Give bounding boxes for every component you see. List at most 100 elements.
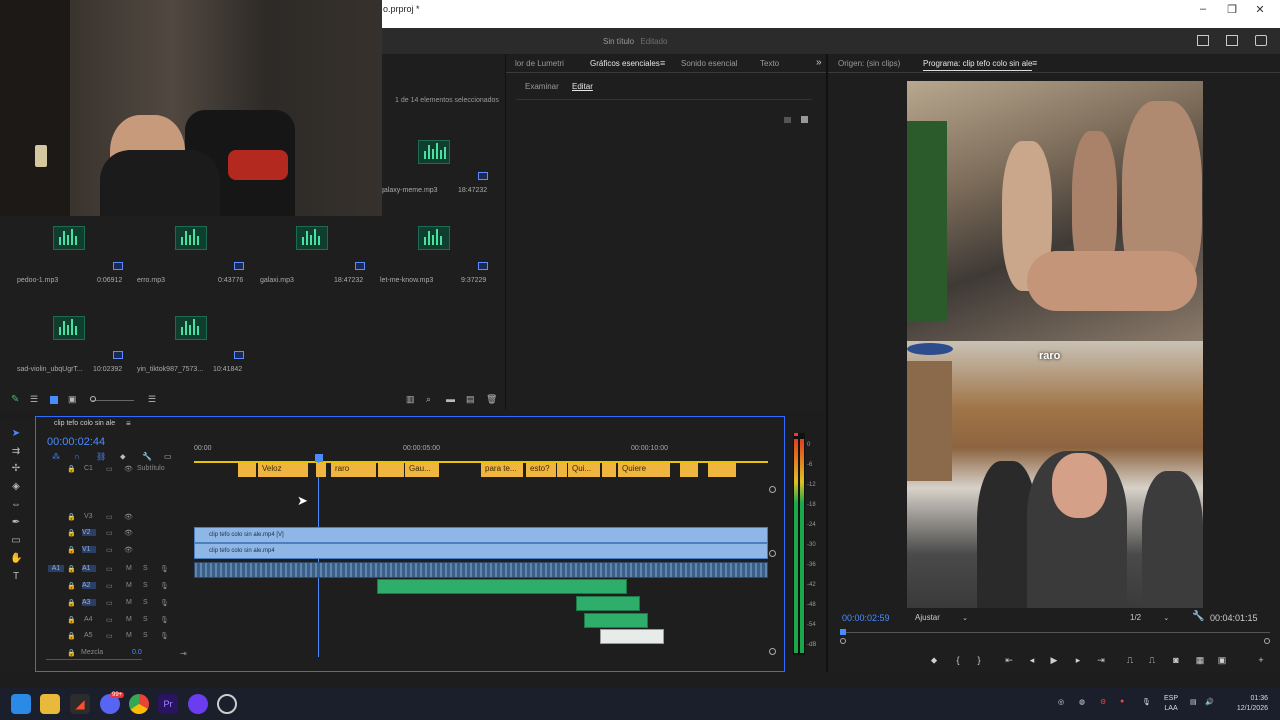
subtab-browse[interactable]: Examinar bbox=[525, 82, 559, 91]
caption-clip[interactable] bbox=[316, 463, 326, 477]
file-explorer-icon[interactable] bbox=[40, 694, 60, 714]
captions-icon[interactable]: ▭ bbox=[164, 452, 172, 461]
scrubber-handle-right[interactable] bbox=[1264, 638, 1270, 644]
microphone-icon[interactable]: 🎙 bbox=[160, 632, 169, 640]
mute-button[interactable]: M bbox=[126, 632, 132, 639]
track-select-tool-icon[interactable]: ⇉ bbox=[10, 446, 22, 458]
eye-icon[interactable]: 👁 bbox=[124, 529, 133, 537]
slip-tool-icon[interactable]: ⇔ bbox=[10, 499, 22, 511]
sync-lock-icon[interactable]: ▭ bbox=[106, 632, 113, 640]
solo-button[interactable]: S bbox=[143, 582, 148, 589]
snap-icon[interactable]: ∩ bbox=[74, 452, 80, 461]
ripple-edit-tool-icon[interactable]: ✢ bbox=[10, 463, 22, 475]
solo-button[interactable]: S bbox=[143, 565, 148, 572]
video-preview[interactable]: raro bbox=[907, 81, 1203, 608]
button-editor-icon[interactable]: + bbox=[1255, 654, 1267, 666]
panel-menu-icon[interactable]: ≡ bbox=[1032, 58, 1037, 68]
new-layer-icon[interactable] bbox=[784, 117, 791, 123]
caption-clip[interactable]: Veloz bbox=[258, 463, 308, 477]
solo-button[interactable]: S bbox=[143, 632, 148, 639]
trash-icon[interactable]: 🗑 bbox=[486, 394, 497, 405]
skip-to-end-icon[interactable]: ⇥ bbox=[180, 649, 187, 658]
caption-clip[interactable]: Qui... bbox=[568, 463, 600, 477]
project-item[interactable]: galaxy-meme.mp3 18:47232 bbox=[380, 114, 490, 204]
microphone-icon[interactable]: 🎙 bbox=[160, 565, 169, 573]
pen-tool-icon[interactable]: ✒ bbox=[10, 517, 22, 529]
sync-lock-icon[interactable]: ▭ bbox=[106, 529, 113, 537]
caption-clip[interactable]: Gau... bbox=[405, 463, 439, 477]
mute-button[interactable]: M bbox=[126, 599, 132, 606]
list-view-icon[interactable]: ☰ bbox=[30, 394, 38, 405]
step-forward-icon[interactable]: ▸ bbox=[1072, 654, 1084, 666]
selection-tool-icon[interactable]: ➤ bbox=[10, 428, 22, 440]
play-icon[interactable]: ▶ bbox=[1048, 654, 1060, 666]
microphone-icon[interactable]: 🎙 bbox=[160, 599, 169, 607]
safe-margins-icon[interactable]: ▣ bbox=[1216, 654, 1228, 666]
layer-icon[interactable] bbox=[801, 116, 808, 123]
eye-icon[interactable]: 👁 bbox=[124, 546, 133, 554]
video-clip-v1[interactable]: clip tefo colo sin ale.mp4 bbox=[194, 543, 768, 559]
tab-essential-graphics[interactable]: Gráficos esenciales bbox=[590, 59, 660, 68]
linked-selection-icon[interactable]: ⛓ bbox=[96, 452, 106, 461]
language-indicator[interactable]: ESP LAA bbox=[1164, 694, 1178, 714]
microphone-icon[interactable]: 🎙 bbox=[1142, 698, 1151, 706]
close-button[interactable]: ✕ bbox=[1250, 3, 1270, 17]
export-frame-icon[interactable]: ◙ bbox=[1170, 654, 1182, 666]
caption-clip[interactable]: para te... bbox=[481, 463, 523, 477]
project-item[interactable]: yin_tiktok987_7573... 10:41842 bbox=[135, 314, 250, 384]
project-item[interactable]: let-me-know.mp3 9:37229 bbox=[380, 224, 495, 294]
solo-button[interactable]: S bbox=[143, 616, 148, 623]
scroll-handle-bottom[interactable] bbox=[769, 648, 776, 655]
project-item[interactable]: erro.mp3 0:43776 bbox=[135, 224, 250, 294]
audio-clip-a5[interactable] bbox=[600, 629, 664, 644]
type-tool-icon[interactable]: T bbox=[10, 571, 22, 583]
mute-button[interactable]: M bbox=[126, 616, 132, 623]
tab-essential-sound[interactable]: Sonido esencial bbox=[681, 59, 737, 68]
scroll-handle-mid[interactable] bbox=[769, 550, 776, 557]
zoom-slider[interactable] bbox=[92, 400, 134, 401]
caption-clip[interactable]: Quiere bbox=[618, 463, 670, 477]
scroll-handle-top[interactable] bbox=[769, 486, 776, 493]
add-marker-icon[interactable]: ⬥ bbox=[928, 654, 940, 666]
fullscreen-icon[interactable] bbox=[1255, 35, 1267, 46]
caption-clip[interactable] bbox=[708, 463, 736, 477]
audio-clip-a2[interactable] bbox=[377, 579, 627, 594]
automate-icon[interactable]: ▥ bbox=[406, 394, 415, 405]
clock[interactable]: 01:36 12/1/2026 bbox=[1228, 694, 1268, 714]
sync-lock-icon[interactable]: ▭ bbox=[106, 582, 113, 590]
timeline-playhead-handle[interactable] bbox=[315, 454, 323, 462]
pencil-icon[interactable]: ✎ bbox=[11, 394, 19, 405]
horizontal-zoom-bar[interactable] bbox=[46, 659, 142, 660]
sync-lock-icon[interactable]: ▭ bbox=[106, 546, 113, 554]
tab-lumetri-color[interactable]: lor de Lumetri bbox=[515, 59, 564, 68]
more-panels-icon[interactable]: » bbox=[816, 57, 822, 68]
tab-program-monitor[interactable]: Programa: clip tefo colo sin ale bbox=[923, 59, 1033, 71]
quick-export-icon[interactable] bbox=[1197, 35, 1209, 46]
eye-icon[interactable]: 👁 bbox=[124, 513, 133, 521]
microphone-icon[interactable]: 🎙 bbox=[160, 582, 169, 590]
caption-clip[interactable]: raro bbox=[331, 463, 376, 477]
timeline-timecode[interactable]: 00:00:02:44 bbox=[47, 436, 105, 448]
project-item[interactable]: pedoo-1.mp3 0:06912 bbox=[15, 224, 130, 294]
panel-menu-icon[interactable]: ≡ bbox=[660, 58, 665, 68]
restore-button[interactable]: ❐ bbox=[1222, 3, 1242, 17]
monitor-playhead[interactable] bbox=[840, 629, 846, 635]
go-to-out-icon[interactable]: ⇥ bbox=[1095, 654, 1107, 666]
monitor-scrubber[interactable] bbox=[842, 632, 1270, 633]
settings-icon[interactable] bbox=[217, 694, 237, 714]
sync-lock-icon[interactable]: ▭ bbox=[106, 513, 113, 521]
sync-lock-icon[interactable]: ▭ bbox=[106, 599, 113, 607]
settings-wrench-icon[interactable]: 🔧 bbox=[142, 452, 152, 461]
premiere-icon[interactable]: Pr bbox=[158, 694, 178, 714]
volume-icon[interactable]: 🔊 bbox=[1205, 698, 1214, 706]
caption-clip[interactable] bbox=[557, 463, 567, 477]
comparison-view-icon[interactable]: ▦ bbox=[1194, 654, 1206, 666]
subtab-edit[interactable]: Editar bbox=[572, 82, 593, 91]
eye-icon[interactable]: 👁 bbox=[124, 465, 133, 473]
sync-lock-icon[interactable]: ▭ bbox=[106, 565, 113, 573]
tray-icon[interactable]: ◍ bbox=[1079, 698, 1085, 706]
caption-clip[interactable] bbox=[680, 463, 698, 477]
solo-button[interactable]: S bbox=[143, 599, 148, 606]
wrench-icon[interactable]: 🔧 bbox=[1192, 611, 1204, 622]
nest-icon[interactable]: ⁂ bbox=[52, 452, 60, 461]
